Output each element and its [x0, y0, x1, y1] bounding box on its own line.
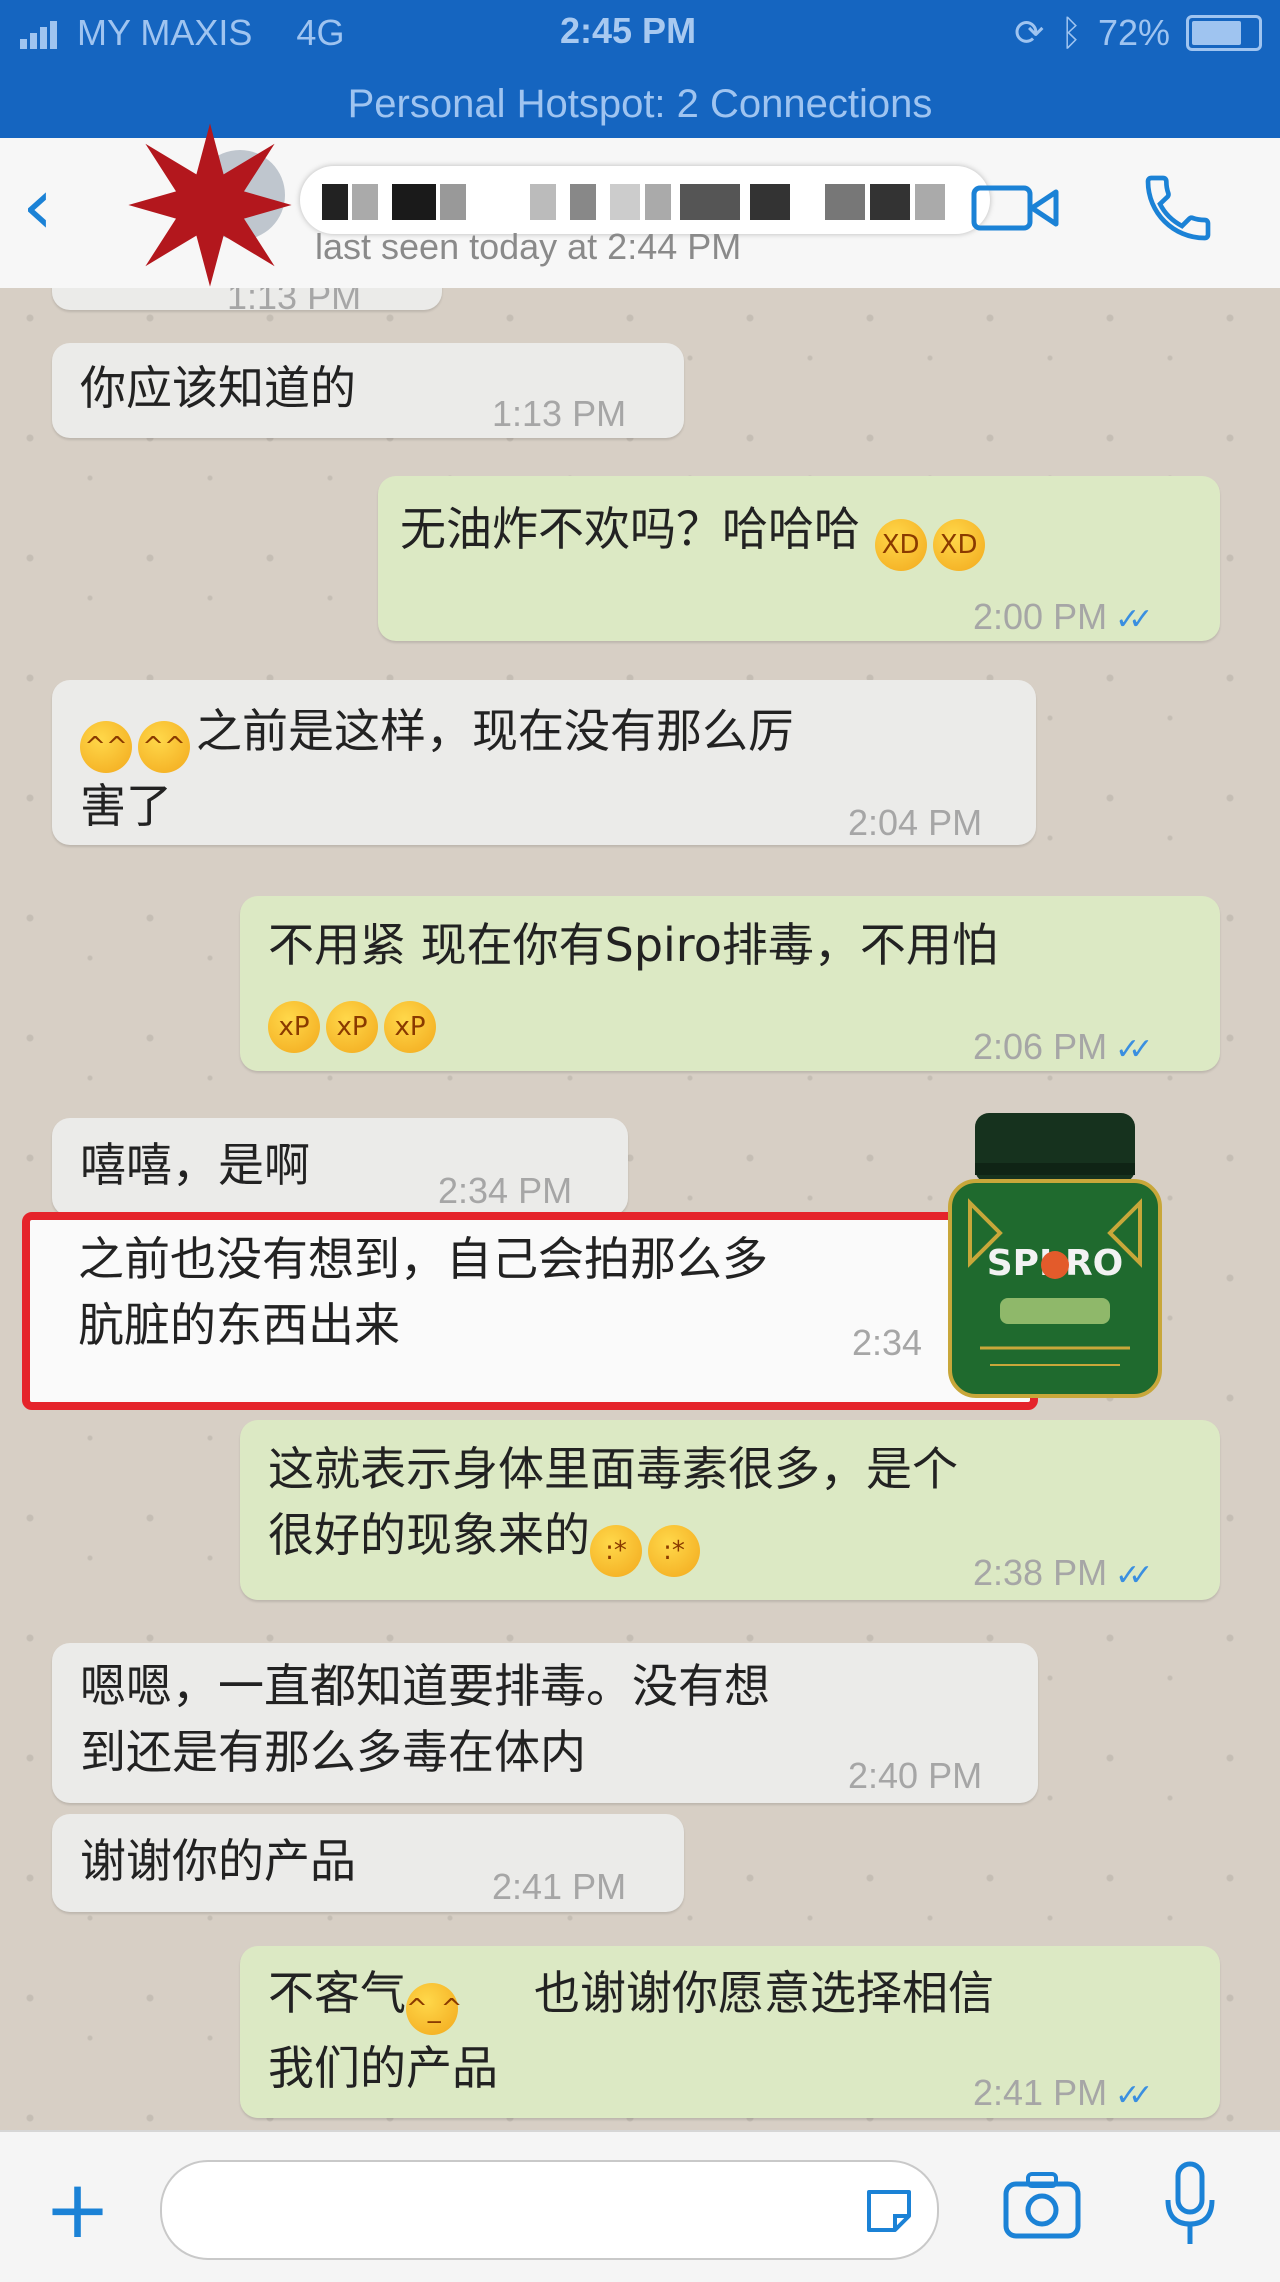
message-bubble-incoming[interactable]: 谢谢你的产品 2:41 PM [52, 1814, 684, 1912]
message-text: 谢谢你的产品 [80, 1834, 356, 1888]
camera-icon[interactable] [1002, 2170, 1082, 2242]
message-text: 嘻嘻，是啊 [80, 1138, 310, 1192]
message-time: 2:34 [852, 1322, 923, 1363]
redacted-contact-name[interactable] [300, 166, 990, 234]
bluetooth-icon: ᛒ [1060, 12, 1082, 53]
message-bubble-outgoing[interactable]: 不用紧 现在你有Spiro排毒，不用怕 xP xP xP 2:06 PM ✓✓ [240, 896, 1220, 1071]
message-text: 无油炸不欢吗？哈哈哈 XD XD [400, 496, 991, 571]
message-bubble-incoming[interactable]: 你应该知道的 1:13 PM [52, 343, 684, 438]
laughing-emoji-icon: XD [932, 519, 985, 571]
smiling-emoji-icon: ^_^ [406, 1983, 463, 2035]
redaction-star [128, 123, 292, 287]
message-time: 2:04 PM [848, 802, 983, 843]
message-text: 嗯嗯，一直都知道要排毒。没有想 到还是有那么多毒在体内 [80, 1659, 770, 1779]
tongue-out-emoji-icon: xP [326, 1001, 378, 1053]
signal-icon [20, 21, 57, 50]
message-text: 不客气^_^ 也谢谢你愿意选择相信 我们的产品 [268, 1966, 994, 2095]
message-bubble-incoming[interactable]: 嘻嘻，是啊 2:34 PM [52, 1118, 628, 1216]
message-time: 2:41 PM [492, 1866, 627, 1907]
battery-percent: 72% [1097, 12, 1170, 53]
kissing-emoji-icon: :* [648, 1525, 700, 1577]
carrier-name: MY MAXIS [77, 12, 253, 53]
read-ticks-icon: ✓✓ [1115, 2079, 1153, 2112]
status-right: ⟳ ᛒ 72% [1014, 12, 1262, 54]
kissing-emoji-icon: :* [590, 1525, 642, 1577]
carrier: MY MAXIS 4G [20, 12, 344, 54]
message-bubble-partial[interactable]: 1:13 PM [52, 288, 442, 317]
message-bubble-outgoing[interactable]: 这就表示身体里面毒素很多，是个 很好的现象来的:*:* 2:38 PM ✓✓ [240, 1420, 1220, 1600]
microphone-icon[interactable] [1160, 2160, 1220, 2250]
message-time: 2:40 PM [848, 1755, 983, 1796]
spiro-bottle-image: SPI RO [948, 1113, 1162, 1398]
message-time: 1:13 PM [492, 393, 627, 434]
status-bar: MY MAXIS 4G 2:45 PM ⟳ ᛒ 72% [0, 0, 1280, 70]
message-bubble-outgoing[interactable]: 不客气^_^ 也谢谢你愿意选择相信 我们的产品 2:41 PM ✓✓ [240, 1946, 1220, 2118]
message-time: 2:38 PM ✓✓ [973, 1552, 1153, 1593]
input-bar: + [0, 2130, 1280, 2282]
highlighted-message[interactable]: 之前也没有想到，自己会拍那么多 肮脏的东西出来 2:34 [22, 1212, 1038, 1410]
message-text: 之前也没有想到，自己会拍那么多 肮脏的东西出来 [78, 1232, 768, 1352]
sticker-icon[interactable] [861, 2182, 917, 2238]
message-time: 1:13 PM [227, 288, 362, 317]
message-bubble-outgoing[interactable]: 无油炸不欢吗？哈哈哈 XD XD 2:00 PM ✓✓ [378, 476, 1220, 641]
message-time: 2:06 PM ✓✓ [973, 1026, 1153, 1067]
laughing-emoji-icon: XD [874, 519, 927, 571]
chat-area[interactable]: 1:13 PM 你应该知道的 1:13 PM 无油炸不欢吗？哈哈哈 XD XD 2… [0, 288, 1280, 2130]
back-icon[interactable]: ‹ [22, 168, 53, 246]
message-text: 这就表示身体里面毒素很多，是个 很好的现象来的:*:* [268, 1436, 958, 1577]
last-seen: last seen today at 2:44 PM [315, 226, 742, 267]
message-bubble-incoming[interactable]: ^^ ^^ 之前是这样，现在没有那么厉 害了 2:04 PM [52, 680, 1036, 845]
battery-icon [1186, 15, 1262, 51]
rotation-lock-icon: ⟳ [1014, 12, 1045, 53]
read-ticks-icon: ✓✓ [1115, 603, 1153, 636]
message-text: ^^ ^^ 之前是这样，现在没有那么厉 害了 [80, 704, 794, 833]
network-type: 4G [296, 12, 345, 53]
tongue-out-emoji-icon: xP [384, 1001, 436, 1053]
phone-icon[interactable] [1138, 168, 1218, 248]
message-text: 你应该知道的 [80, 361, 356, 415]
video-call-icon[interactable] [970, 178, 1060, 238]
clock: 2:45 PM [560, 10, 697, 51]
message-time: 2:41 PM ✓✓ [973, 2072, 1153, 2113]
read-ticks-icon: ✓✓ [1115, 1559, 1153, 1592]
message-bubble-incoming[interactable]: 嗯嗯，一直都知道要排毒。没有想 到还是有那么多毒在体内 2:40 PM [52, 1643, 1038, 1803]
message-time: 2:00 PM ✓✓ [973, 596, 1153, 637]
tears-of-joy-emoji-icon: ^^ [138, 721, 190, 773]
read-ticks-icon: ✓✓ [1115, 1033, 1153, 1066]
tears-of-joy-emoji-icon: ^^ [80, 721, 132, 773]
tongue-out-emoji-icon: xP [268, 1001, 320, 1053]
plus-icon[interactable]: + [44, 2170, 111, 2250]
message-input[interactable] [160, 2160, 939, 2260]
message-text: 不用紧 现在你有Spiro排毒，不用怕 xP xP xP [268, 912, 998, 1053]
chat-header: ‹ last seen today at 2:44 PM [0, 123, 1280, 290]
